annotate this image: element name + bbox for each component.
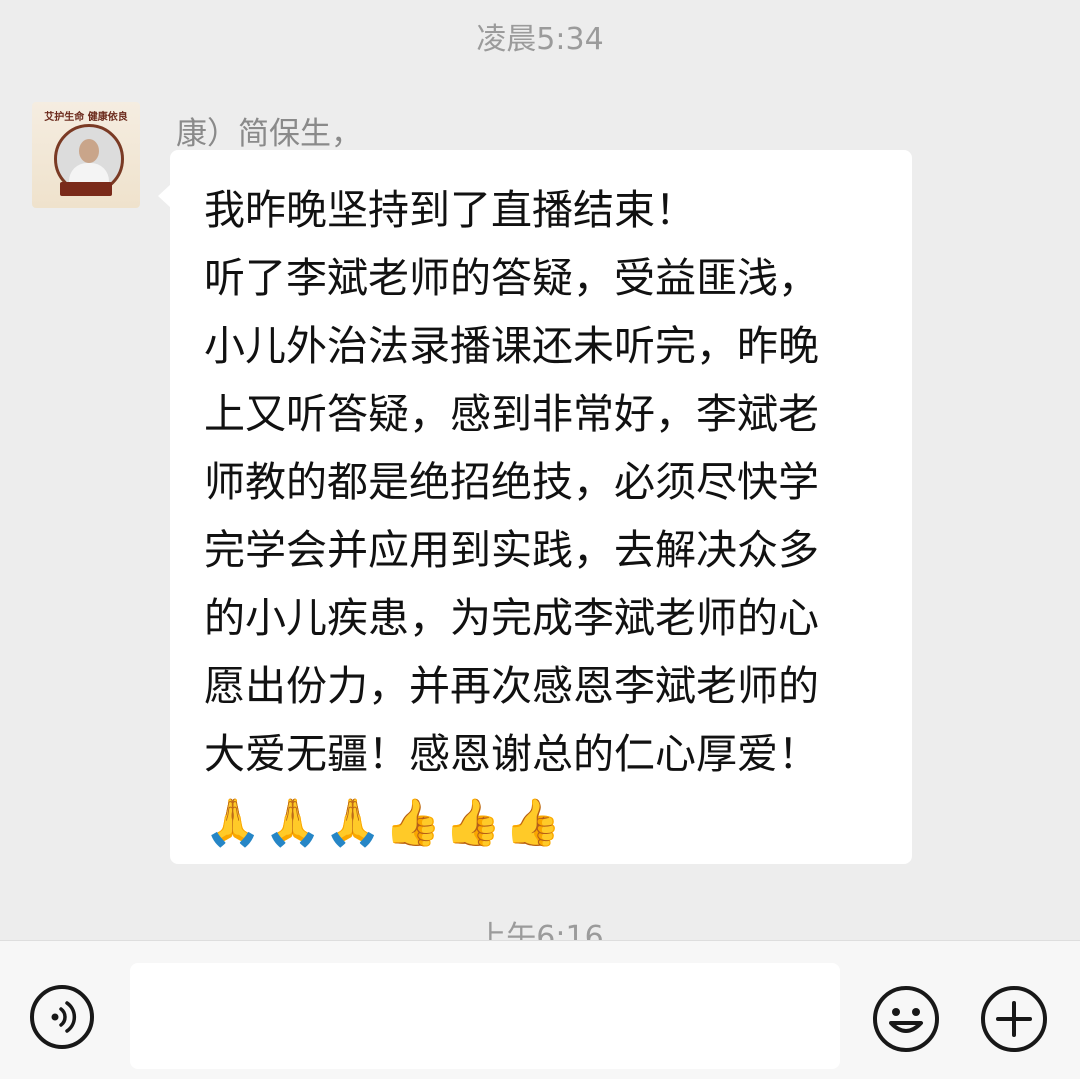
avatar-caption: 艾护生命 健康依良: [44, 112, 128, 123]
emoji-button[interactable]: [872, 985, 940, 1053]
message-bubble[interactable]: 我昨晚坚持到了直播结束！ 听了李斌老师的答疑，受益匪浅， 小儿外治法录播课还未听…: [170, 150, 912, 864]
folded-hands-icon: 🙏: [324, 795, 382, 849]
plus-button[interactable]: [980, 985, 1048, 1053]
message-line: 的小儿疾患，为完成李斌老师的心: [204, 594, 819, 642]
voice-button[interactable]: [30, 985, 94, 1049]
chat-area[interactable]: 凌晨5:34 艾护生命 健康依良 康）简保生， 我昨晚坚持到了直播结束！ 听了李…: [0, 0, 1080, 940]
message-line: 师教的都是绝招绝技，必须尽快学: [204, 458, 819, 506]
message-line: 听了李斌老师的答疑，受益匪浅，: [204, 254, 819, 302]
message-line: 我昨晚坚持到了直播结束！: [204, 186, 696, 234]
plus-icon: [981, 986, 1047, 1052]
thumbs-up-icon: 👍: [384, 795, 442, 849]
avatar-head: [79, 139, 99, 163]
emoji-row: 🙏🙏🙏👍👍👍: [204, 790, 882, 854]
thumbs-up-icon: 👍: [504, 795, 562, 849]
emoji-icon: [873, 986, 939, 1052]
sender-name: 康）简保生，: [176, 116, 362, 152]
thumbs-up-icon: 👍: [444, 795, 502, 849]
voice-icon: [51, 1001, 77, 1033]
message-input[interactable]: [130, 963, 840, 1069]
folded-hands-icon: 🙏: [264, 795, 322, 849]
avatar[interactable]: 艾护生命 健康依良: [32, 102, 140, 208]
timestamp: 上午6:16: [476, 920, 604, 940]
input-bar: [0, 940, 1080, 1079]
folded-hands-icon: 🙏: [204, 795, 262, 849]
message-line: 完学会并应用到实践，去解决众多: [204, 526, 819, 574]
avatar-nameplate: [60, 182, 112, 196]
timestamp: 凌晨5:34: [476, 22, 604, 57]
message-line: 上又听答疑，感到非常好，李斌老: [204, 390, 819, 438]
message-line: 小儿外治法录播课还未听完，昨晚: [204, 322, 819, 370]
message-line: 愿出份力，并再次感恩李斌老师的: [204, 662, 819, 710]
message-line: 大爱无疆！感恩谢总的仁心厚爱！: [204, 730, 819, 778]
